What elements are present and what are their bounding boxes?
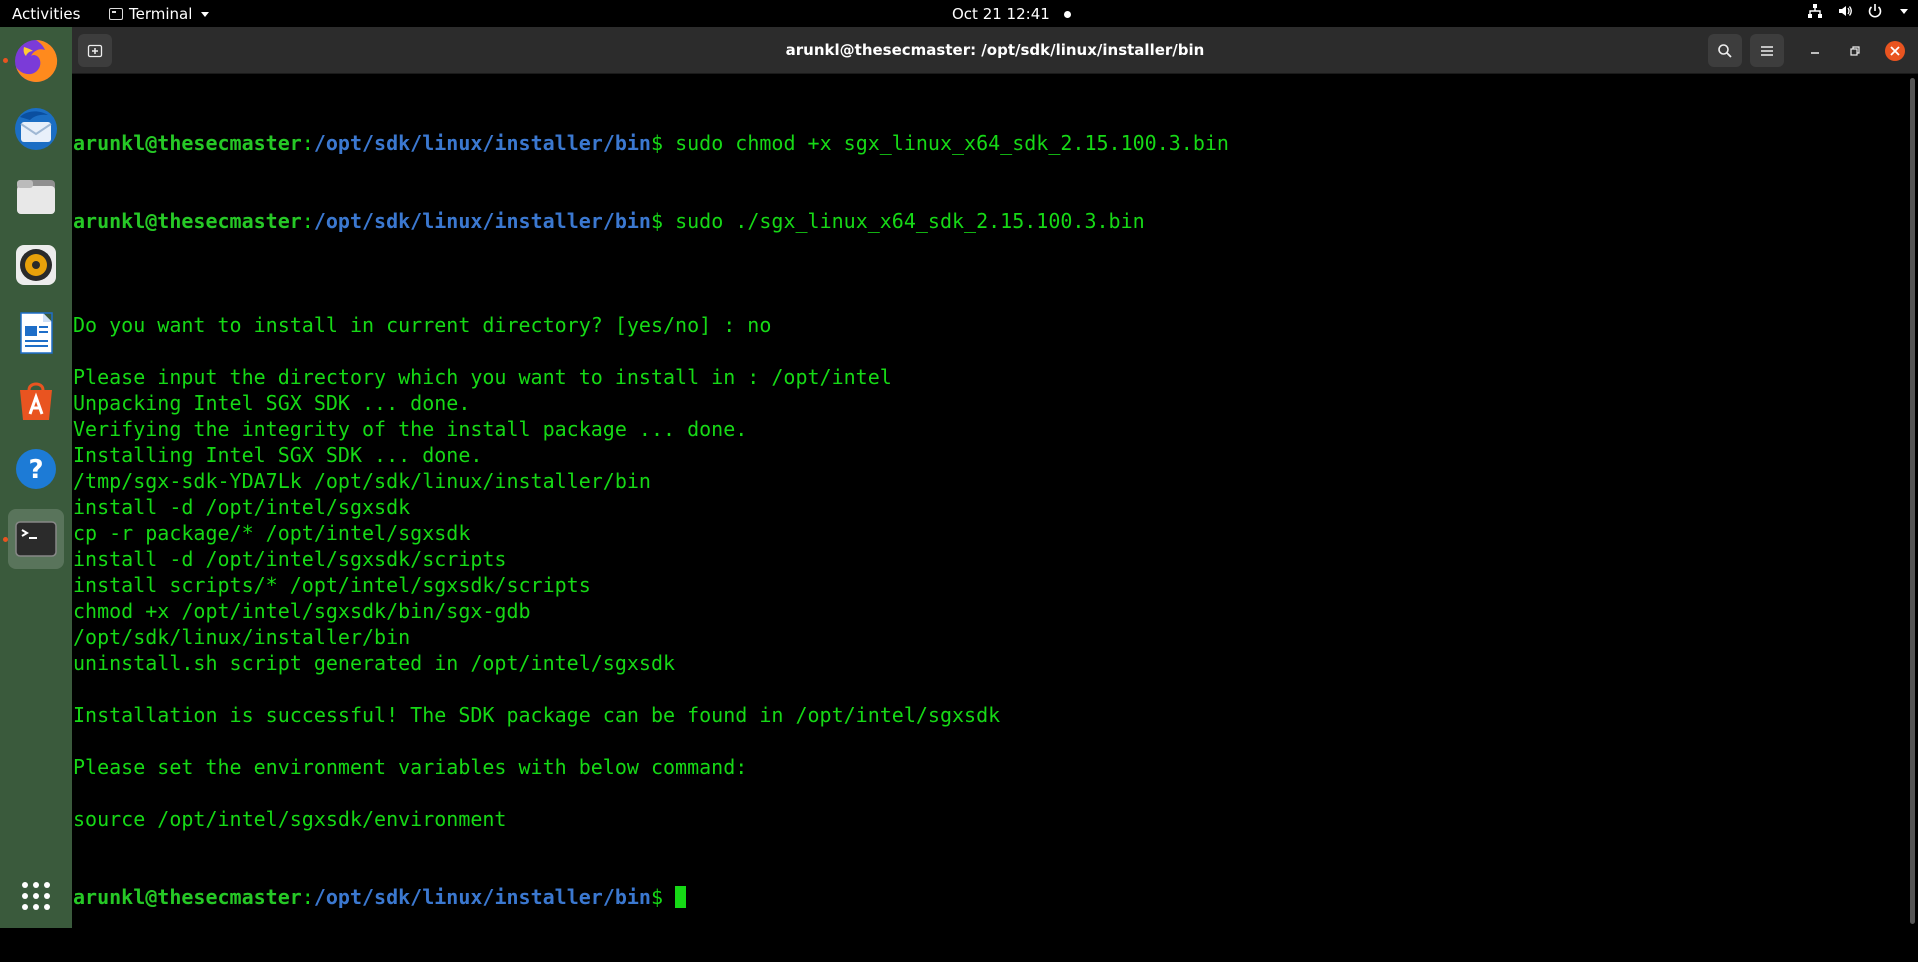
- prompt-separator: :: [301, 209, 314, 233]
- hamburger-menu-icon: [1761, 45, 1773, 56]
- writer-icon: [20, 312, 53, 354]
- terminal-icon: [15, 521, 57, 557]
- terminal-output-line: Do you want to install in current direct…: [73, 313, 772, 337]
- dock-thunderbird[interactable]: [8, 99, 64, 159]
- search-button[interactable]: [1708, 34, 1742, 67]
- terminal-line-current-prompt: arunkl@thesecmaster:/opt/sdk/linux/insta…: [73, 884, 1229, 910]
- dock-files[interactable]: [8, 167, 64, 227]
- terminal-window: arunkl@thesecmaster: /opt/sdk/linux/inst…: [72, 27, 1918, 928]
- prompt-path: /opt/sdk/linux/installer/bin: [313, 209, 651, 233]
- terminal-output-line: cp -r package/* /opt/intel/sgxsdk: [73, 521, 471, 545]
- prompt-path: /opt/sdk/linux/installer/bin: [313, 885, 651, 909]
- terminal-app-icon: [109, 8, 123, 20]
- terminal-output-line: Installation is successful! The SDK pack…: [73, 703, 1001, 727]
- network-icon: [1808, 4, 1822, 18]
- notification-dot-icon: [1063, 10, 1071, 18]
- firefox-icon: [15, 39, 58, 82]
- maximize-button[interactable]: [1838, 34, 1872, 67]
- prompt-path: /opt/sdk/linux/installer/bin: [313, 131, 651, 155]
- terminal-line-command: arunkl@thesecmaster:/opt/sdk/linux/insta…: [73, 130, 1229, 156]
- dock-terminal[interactable]: [8, 509, 64, 569]
- caret-down-icon: [201, 11, 210, 17]
- app-menu[interactable]: Terminal: [109, 5, 210, 23]
- scrollbar[interactable]: [1910, 78, 1915, 924]
- close-icon: [1885, 40, 1905, 61]
- svg-text:?: ?: [28, 455, 43, 485]
- activities-button[interactable]: Activities: [12, 5, 80, 23]
- terminal-output-line: chmod +x /opt/intel/sgxsdk/bin/sgx-gdb: [73, 599, 531, 623]
- terminal-output-line: /opt/sdk/linux/installer/bin: [73, 625, 411, 649]
- dock-firefox[interactable]: [8, 31, 64, 91]
- terminal-output-line: install -d /opt/intel/sgxsdk: [73, 495, 411, 519]
- terminal-output-line: install -d /opt/intel/sgxsdk/scripts: [73, 547, 507, 571]
- text-cursor: [675, 886, 687, 908]
- prompt-separator: :: [301, 131, 314, 155]
- show-applications-button[interactable]: [8, 866, 64, 926]
- dock-libreoffice-writer[interactable]: [8, 303, 64, 363]
- header-bar: arunkl@thesecmaster: /opt/sdk/linux/inst…: [72, 27, 1918, 74]
- clock[interactable]: Oct 21 12:41: [952, 5, 1071, 23]
- terminal-output-line: Verifying the integrity of the install p…: [73, 417, 748, 441]
- dock-ubuntu-software[interactable]: [8, 371, 64, 431]
- prompt-symbol: $: [650, 885, 664, 909]
- terminal-output-line: install scripts/* /opt/intel/sgxsdk/scri…: [73, 573, 591, 597]
- prompt-symbol: $: [650, 131, 664, 155]
- caret-down-icon: [1900, 8, 1908, 14]
- power-icon: [1868, 4, 1882, 18]
- terminal-output-line: Please input the directory which you wan…: [73, 365, 892, 389]
- command-text: sudo ./sgx_linux_x64_sdk_2.15.100.3.bin: [663, 209, 1145, 233]
- terminal-output-line: uninstall.sh script generated in /opt/in…: [73, 651, 676, 675]
- app-menu-label: Terminal: [129, 5, 193, 23]
- terminal-output-line: /tmp/sgx-sdk-YDA7Lk /opt/sdk/linux/insta…: [73, 469, 651, 493]
- prompt-user: arunkl@thesecmaster: [73, 209, 302, 233]
- terminal-output-line: source /opt/intel/sgxsdk/environment: [73, 807, 507, 831]
- terminal-output-line: Please set the environment variables wit…: [73, 755, 748, 779]
- prompt-user: arunkl@thesecmaster: [73, 885, 302, 909]
- restore-icon: [1850, 45, 1860, 56]
- menu-button[interactable]: [1750, 34, 1784, 67]
- prompt-separator: :: [301, 885, 314, 909]
- top-bar: Activities Terminal Oct 21 12:41: [0, 0, 1918, 27]
- minimize-icon: [1811, 51, 1819, 54]
- dock-rhythmbox[interactable]: [8, 235, 64, 295]
- window-title: arunkl@thesecmaster: /opt/sdk/linux/inst…: [785, 41, 1205, 59]
- close-button[interactable]: [1878, 34, 1912, 67]
- volume-icon: [1839, 6, 1852, 16]
- system-tray[interactable]: [1807, 3, 1908, 19]
- clock-label: Oct 21 12:41: [952, 5, 1050, 23]
- help-icon: ?: [16, 449, 56, 489]
- software-store-icon: [20, 382, 52, 420]
- terminal-output-line: Unpacking Intel SGX SDK ... done.: [73, 391, 471, 415]
- app-grid-icon: [22, 882, 50, 910]
- command-text: sudo chmod +x sgx_linux_x64_sdk_2.15.100…: [663, 131, 1229, 155]
- dock: ?: [0, 27, 72, 928]
- terminal-output[interactable]: arunkl@thesecmaster:/opt/sdk/linux/insta…: [72, 74, 1918, 928]
- files-icon: [17, 180, 55, 214]
- terminal-text: arunkl@thesecmaster:/opt/sdk/linux/insta…: [73, 78, 1229, 962]
- terminal-output-line: Installing Intel SGX SDK ... done.: [73, 443, 483, 467]
- terminal-line-command: arunkl@thesecmaster:/opt/sdk/linux/insta…: [73, 208, 1229, 234]
- prompt-user: arunkl@thesecmaster: [73, 131, 302, 155]
- dock-help[interactable]: ?: [8, 439, 64, 499]
- rhythmbox-icon: [16, 245, 56, 285]
- search-icon: [1718, 43, 1732, 58]
- prompt-symbol: $: [650, 209, 664, 233]
- thunderbird-icon: [15, 108, 57, 150]
- output-lines: Do you want to install in current direct…: [73, 286, 1229, 832]
- minimize-button[interactable]: [1798, 34, 1832, 67]
